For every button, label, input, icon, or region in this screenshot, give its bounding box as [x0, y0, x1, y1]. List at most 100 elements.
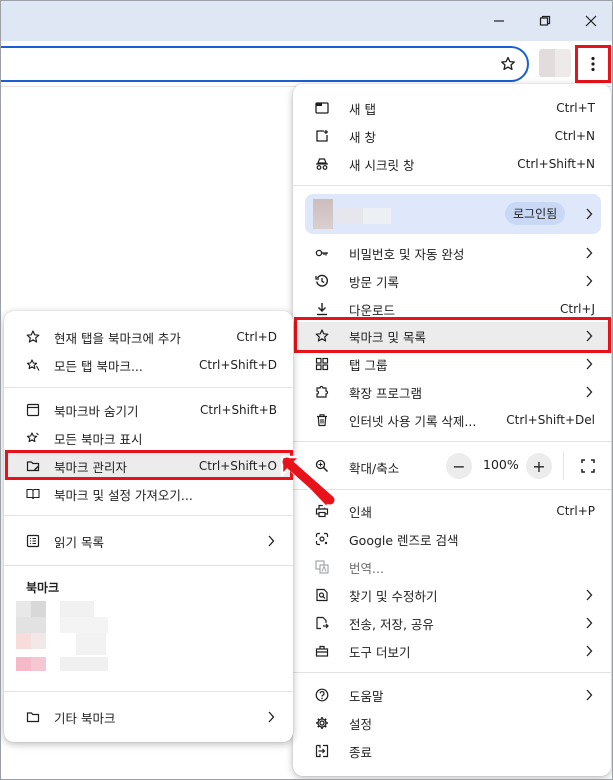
history-icon	[315, 274, 329, 288]
zoom-in-button[interactable]: +	[526, 453, 552, 479]
divider	[563, 452, 564, 480]
folder-edit-icon	[26, 459, 40, 473]
submenu-item-reading-list[interactable]: 읽기 목록	[4, 527, 293, 555]
menu-item-settings[interactable]: 설정	[293, 709, 611, 737]
bookmark-bar-icon	[26, 403, 40, 417]
reading-list-icon	[26, 534, 40, 548]
separator	[4, 565, 293, 566]
chevron-right-icon	[585, 208, 593, 220]
separator	[293, 185, 611, 186]
separator	[4, 691, 293, 692]
profile-name-blurred	[335, 208, 391, 224]
signed-in-badge: 로그인됨	[505, 202, 566, 225]
tools-icon	[315, 644, 329, 658]
menu-item-more-tools[interactable]: 도구 더보기	[293, 637, 611, 665]
exit-icon	[315, 744, 329, 758]
fullscreen-icon	[581, 459, 595, 473]
help-icon	[315, 688, 329, 702]
new-tab-icon	[315, 101, 329, 115]
submenu-item-other-bookmarks[interactable]: 기타 북마크	[4, 703, 293, 731]
chevron-right-icon	[267, 711, 275, 723]
red-arrow-pointer-icon	[280, 455, 336, 509]
bookmarks-submenu: 현재 탭을 북마크에 추가 Ctrl+D 모든 탭 북마크... Ctrl+Sh…	[4, 311, 293, 742]
separator	[293, 489, 611, 490]
zoom-out-button[interactable]: −	[446, 453, 472, 479]
bookmark-favicons-blurred	[16, 601, 46, 681]
folder-icon	[26, 710, 40, 724]
minimize-icon	[494, 20, 504, 22]
menu-item-translate[interactable]: 번역...	[293, 553, 611, 581]
separator	[293, 441, 611, 442]
menu-button[interactable]	[578, 49, 608, 79]
submenu-item-hide-bookmarks-bar[interactable]: 북마크바 숨기기 Ctrl+Shift+B	[4, 396, 293, 424]
menu-item-print[interactable]: 인쇄 Ctrl+P	[293, 497, 611, 525]
separator	[4, 387, 293, 388]
key-icon	[315, 246, 329, 260]
submenu-item-bookmark-this-tab[interactable]: 현재 탭을 북마크에 추가 Ctrl+D	[4, 323, 293, 351]
chevron-right-icon	[585, 689, 593, 701]
bookmark-star-button[interactable]	[495, 51, 521, 77]
menu-item-passwords[interactable]: 비밀번호 및 자동 완성	[293, 239, 611, 267]
profile-row[interactable]: 로그인됨	[305, 194, 601, 234]
menu-item-bookmarks-and-lists[interactable]: 북마크 및 목록	[293, 322, 611, 350]
profile-avatar[interactable]	[539, 49, 571, 77]
close-button[interactable]	[575, 7, 607, 35]
tab-groups-icon	[315, 357, 329, 371]
menu-item-extensions[interactable]: 확장 프로그램	[293, 378, 611, 406]
menu-item-find-and-edit[interactable]: 찾기 및 수정하기	[293, 581, 611, 609]
menu-item-help[interactable]: 도움말	[293, 681, 611, 709]
restore-button[interactable]	[529, 7, 561, 35]
submenu-item-show-all-bookmarks[interactable]: 모든 북마크 표시	[4, 424, 293, 452]
submenu-item-bookmark-manager[interactable]: 북마크 관리자 Ctrl+Shift+O	[4, 452, 293, 480]
separator	[293, 672, 611, 673]
menu-item-exit[interactable]: 종료	[293, 737, 611, 765]
menu-item-history[interactable]: 방문 기록	[293, 267, 611, 295]
zoom-level: 100%	[483, 457, 519, 472]
chevron-right-icon	[585, 386, 593, 398]
menu-item-clear-browsing-data[interactable]: 인터넷 사용 기록 삭제... Ctrl+Shift+Del	[293, 406, 611, 434]
submenu-item-import-bookmarks[interactable]: 북마크 및 설정 가져오기...	[4, 480, 293, 508]
extensions-icon	[315, 385, 329, 399]
incognito-icon	[315, 157, 329, 171]
chevron-right-icon	[267, 535, 275, 547]
kebab-icon	[591, 56, 595, 72]
chevron-right-icon	[585, 275, 593, 287]
fullscreen-button[interactable]	[575, 453, 601, 479]
chrome-main-menu: 새 탭 Ctrl+T 새 창 Ctrl+N 새 시크릿 창 Ctrl+Shift…	[293, 84, 611, 776]
chevron-right-icon	[585, 358, 593, 370]
chevron-right-icon	[585, 645, 593, 657]
bookmark-star-icon	[315, 329, 329, 343]
menu-item-new-window[interactable]: 새 창 Ctrl+N	[293, 122, 611, 150]
bookmarks-section-header: 북마크	[26, 581, 60, 595]
translate-icon	[315, 560, 329, 574]
submenu-item-bookmark-all-tabs[interactable]: 모든 탭 북마크... Ctrl+Shift+D	[4, 351, 293, 379]
settings-icon	[315, 716, 329, 730]
menu-item-tab-groups[interactable]: 탭 그룹	[293, 350, 611, 378]
minimize-button[interactable]	[483, 7, 515, 35]
chevron-right-icon	[585, 617, 593, 629]
menu-item-new-tab[interactable]: 새 탭 Ctrl+T	[293, 94, 611, 122]
trash-icon	[315, 413, 329, 427]
close-icon	[585, 15, 597, 27]
address-bar[interactable]	[1, 46, 529, 82]
profile-picture	[313, 199, 333, 229]
star-icon	[26, 330, 40, 344]
download-icon	[315, 302, 329, 316]
menu-item-incognito[interactable]: 새 시크릿 창 Ctrl+Shift+N	[293, 150, 611, 178]
menu-item-downloads[interactable]: 다운로드 Ctrl+J	[293, 295, 611, 323]
chevron-right-icon	[585, 330, 593, 342]
stars-icon	[26, 358, 40, 372]
all-bookmarks-icon	[26, 431, 40, 445]
title-bar	[1, 1, 612, 41]
toolbar	[1, 41, 612, 87]
new-window-icon	[315, 129, 329, 143]
menu-item-google-lens[interactable]: Google 렌즈로 검색	[293, 525, 611, 553]
share-icon	[315, 616, 329, 630]
lens-icon	[315, 532, 329, 546]
bookmark-titles-blurred	[60, 601, 108, 681]
chevron-right-icon	[585, 247, 593, 259]
star-icon	[501, 56, 515, 71]
chevron-right-icon	[585, 589, 593, 601]
browser-window: 새 탭 Ctrl+T 새 창 Ctrl+N 새 시크릿 창 Ctrl+Shift…	[0, 0, 613, 780]
menu-item-cast-save-share[interactable]: 전송, 저장, 공유	[293, 609, 611, 637]
